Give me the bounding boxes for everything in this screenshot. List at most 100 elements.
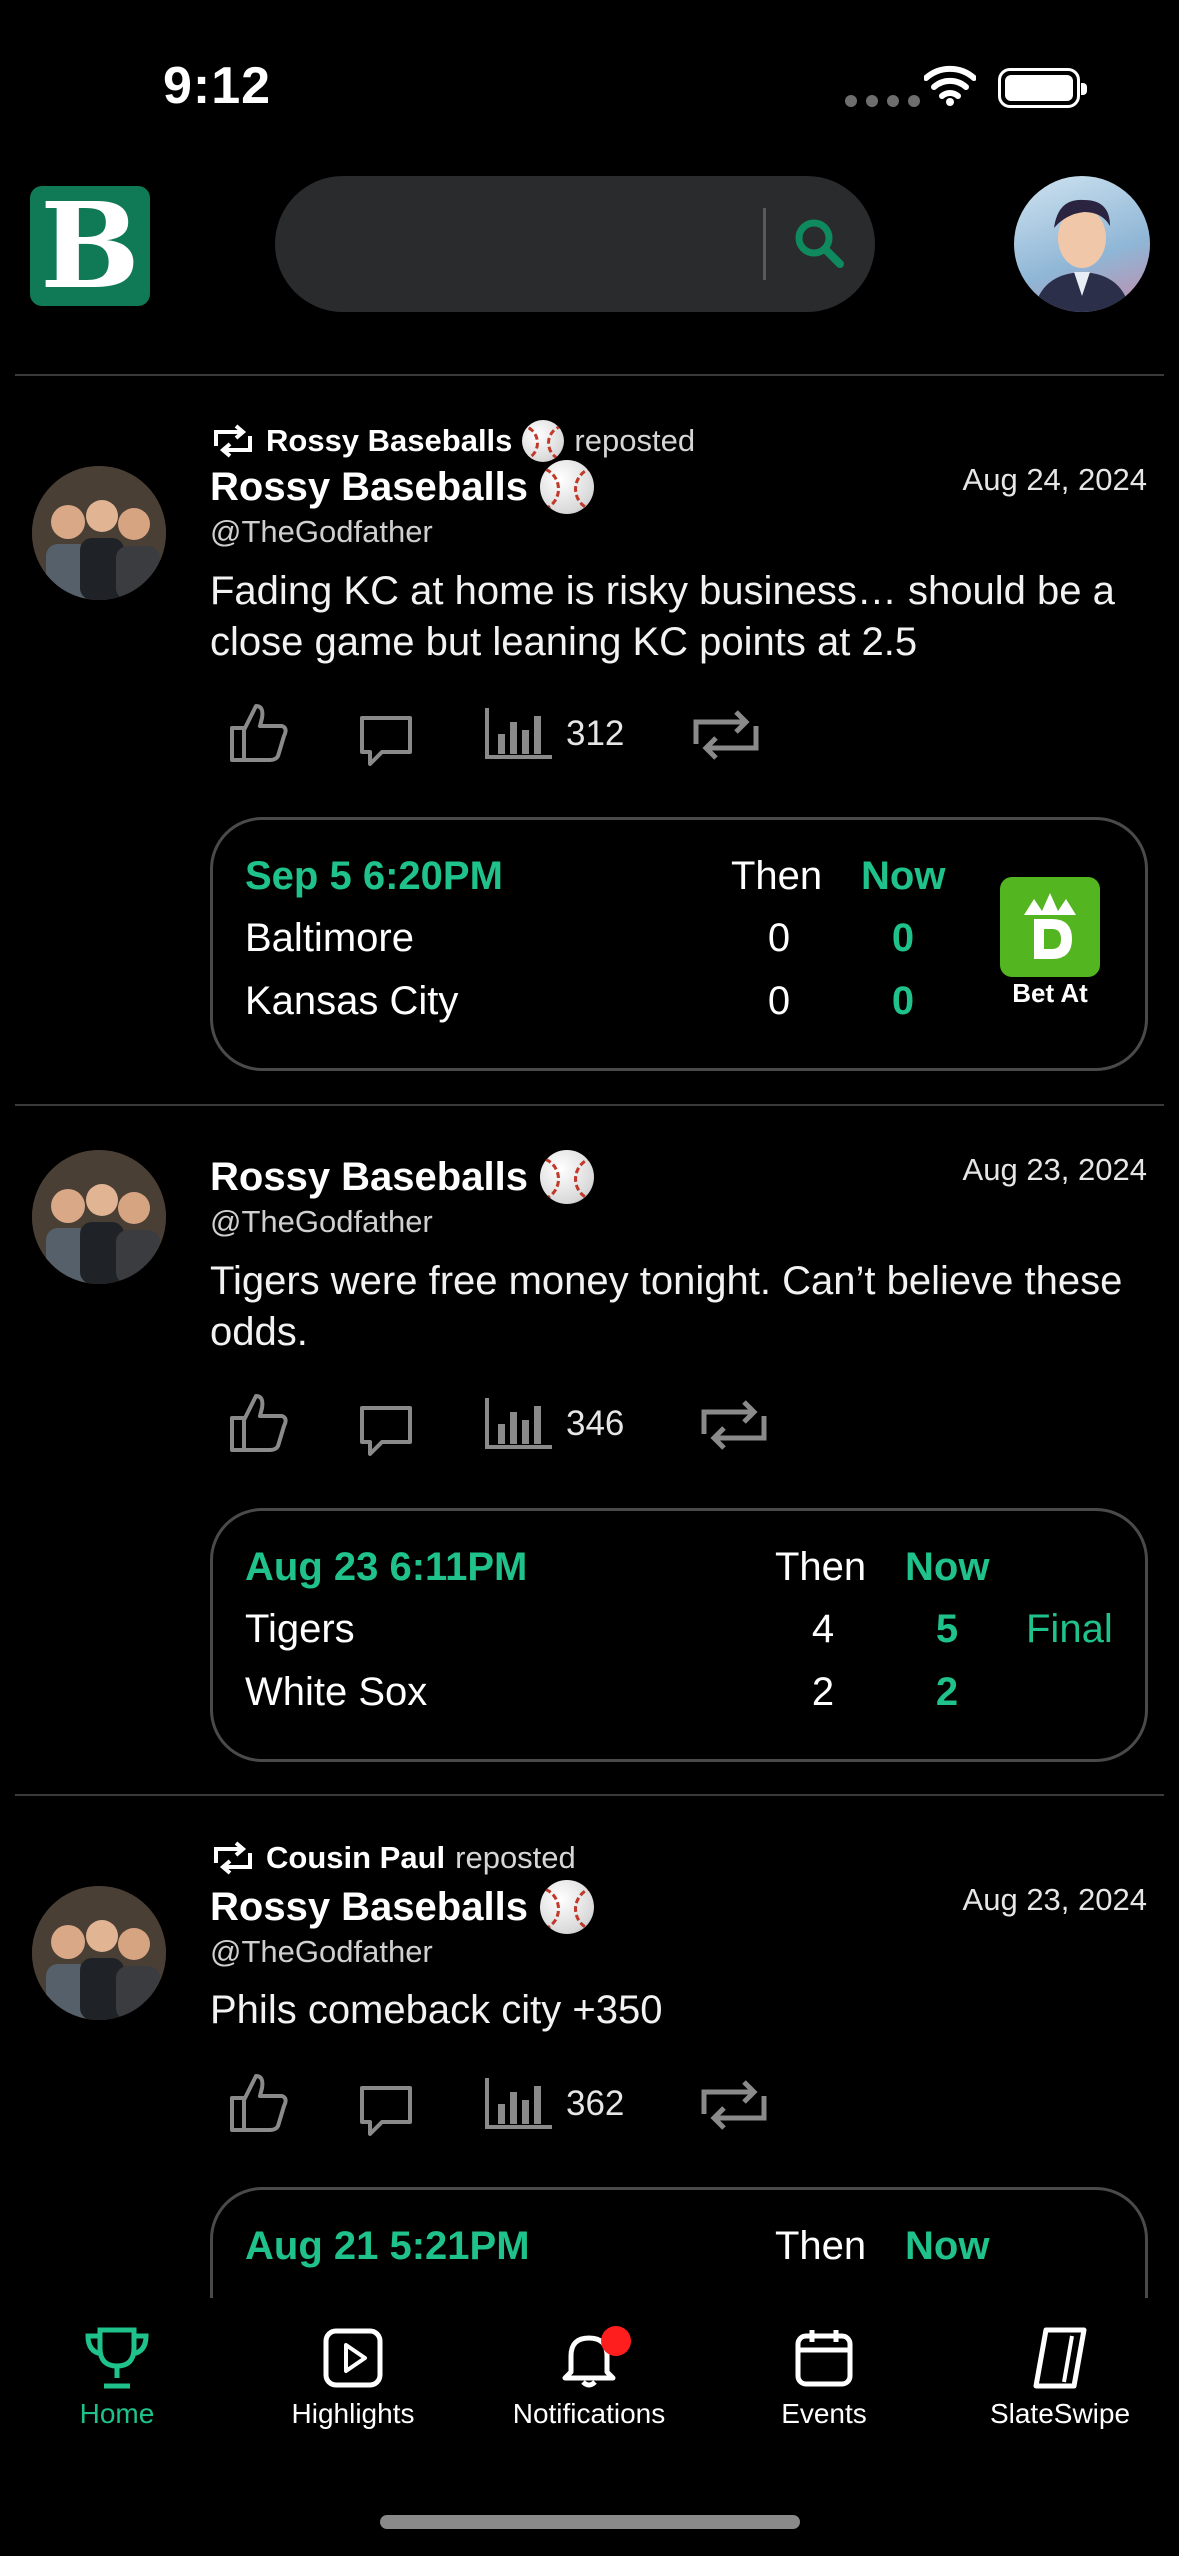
now-score: 5 [935, 1607, 959, 1651]
game-time: Aug 23 6:11PM [245, 1545, 528, 1589]
post-text: Fading KC at home is risky business… sho… [210, 569, 1115, 664]
view-count: 362 [566, 2084, 625, 2123]
tab-home[interactable]: Home [17, 2326, 217, 2430]
notification-badge [601, 2326, 631, 2356]
then-score: 0 [767, 916, 791, 960]
post-avatar-image [32, 1886, 166, 2020]
post-actions: 362 [226, 2070, 826, 2140]
sportsbook-logo[interactable] [1000, 877, 1100, 977]
author-handle[interactable]: @TheGodfather [210, 514, 433, 550]
calendar-icon [795, 2330, 853, 2387]
team-name: Baltimore [245, 916, 414, 960]
team-name: Tigers [245, 1607, 355, 1651]
baseball-emoji [522, 420, 565, 462]
now-score: 0 [891, 979, 915, 1023]
comment-icon[interactable] [358, 1404, 414, 1458]
post-actions: 312 [226, 700, 826, 770]
post-date: Aug 23, 2024 [962, 1882, 1147, 1917]
author-handle[interactable]: @TheGodfather [210, 1934, 433, 1970]
author-name[interactable]: Rossy Baseballs [210, 1155, 528, 1200]
divider [15, 1794, 1164, 1796]
view-count: 346 [566, 1404, 625, 1443]
post-avatar[interactable] [32, 1886, 166, 2020]
author-line[interactable]: Rossy Baseballs [210, 1880, 594, 1934]
baseball-emoji [539, 1880, 594, 1934]
now-header: Now [861, 854, 946, 898]
status-bar: 9:12 [0, 0, 1179, 170]
repost-icon[interactable] [694, 1400, 774, 1450]
comment-icon[interactable] [358, 714, 414, 768]
post-avatar-image [32, 466, 166, 600]
now-header: Now [905, 1545, 990, 1589]
search-divider [763, 208, 766, 280]
tab-events[interactable]: Events [724, 2326, 924, 2430]
now-score: 2 [935, 1670, 959, 1714]
trophy-icon [85, 2327, 149, 2389]
search-input[interactable] [275, 176, 875, 312]
tab-label: Events [781, 2398, 867, 2429]
author-line[interactable]: Rossy Baseballs [210, 1150, 594, 1204]
like-icon[interactable] [226, 700, 290, 764]
repost-icon[interactable] [694, 2080, 774, 2130]
like-icon[interactable] [226, 2070, 290, 2134]
repost-suffix: reposted [574, 423, 696, 458]
post-text: Phils comeback city +350 [210, 1988, 663, 2032]
author-name[interactable]: Rossy Baseballs [210, 1885, 528, 1930]
divider [15, 1104, 1164, 1106]
profile-avatar[interactable] [1014, 176, 1150, 312]
view-count: 312 [566, 714, 625, 753]
profile-avatar-image [1034, 199, 1130, 312]
then-header: Then [775, 1545, 867, 1589]
repost-by[interactable]: Cousin Paul [266, 1840, 445, 1876]
then-header: Then [775, 2224, 867, 2268]
repost-by[interactable]: Rossy Baseballs [266, 423, 512, 459]
post-text: Tigers were free money tonight. Can’t be… [210, 1259, 1123, 1354]
views-chart-icon[interactable] [484, 1396, 554, 1450]
now-header: Now [905, 2224, 990, 2268]
repost-line: Rossy Baseballs reposted [210, 420, 695, 462]
repost-line: Cousin Paul reposted [210, 1840, 576, 1876]
crown-d-icon [1024, 893, 1076, 959]
divider [15, 374, 1164, 376]
views-chart-icon[interactable] [484, 706, 554, 760]
author-line[interactable]: Rossy Baseballs [210, 460, 594, 514]
like-icon[interactable] [226, 1390, 290, 1454]
repost-icon[interactable] [686, 710, 766, 760]
team-name: Kansas City [245, 979, 459, 1023]
home-indicator[interactable] [380, 2515, 800, 2529]
post-date: Aug 23, 2024 [962, 1152, 1147, 1187]
status-time: 9:12 [163, 57, 272, 115]
now-score: 0 [891, 916, 915, 960]
tab-notifications[interactable]: Notifications [489, 2326, 689, 2430]
cards-icon [1033, 2327, 1087, 2389]
game-card[interactable]: Sep 5 6:20PM Then Now Baltimore 0 0 Kans… [210, 817, 1148, 1071]
app-logo[interactable]: B [30, 186, 150, 306]
tab-label: Highlights [291, 2398, 415, 2429]
then-header: Then [731, 854, 823, 898]
tab-label: Home [79, 2398, 155, 2429]
cellular-signal-icon [845, 95, 920, 107]
tab-label: SlateSwipe [989, 2398, 1131, 2429]
game-status: Final [1026, 1607, 1113, 1651]
team-name: White Sox [245, 1670, 428, 1714]
play-icon [323, 2328, 383, 2388]
game-card[interactable]: Aug 23 6:11PM Then Now Tigers 4 5 Final … [210, 1508, 1148, 1762]
repost-icon [214, 1841, 252, 1875]
book-label: Bet At [1012, 978, 1088, 1008]
tab-slateswipe[interactable]: SlateSwipe [960, 2326, 1160, 2430]
tab-highlights[interactable]: Highlights [253, 2326, 453, 2430]
views-chart-icon[interactable] [484, 2076, 554, 2130]
app-logo-letter: B [40, 176, 140, 315]
then-score: 4 [811, 1607, 835, 1651]
search-icon[interactable] [790, 214, 848, 272]
post-avatar[interactable] [32, 1150, 166, 1284]
game-card[interactable]: Aug 21 5:21PM Then Now [210, 2187, 1148, 2300]
post-avatar[interactable] [32, 466, 166, 600]
author-handle[interactable]: @TheGodfather [210, 1204, 433, 1240]
battery-icon [998, 68, 1087, 108]
then-score: 2 [811, 1670, 835, 1714]
repost-suffix: reposted [455, 1840, 576, 1875]
comment-icon[interactable] [358, 2084, 414, 2138]
author-name[interactable]: Rossy Baseballs [210, 465, 528, 510]
game-time: Aug 21 5:21PM [245, 2224, 530, 2268]
